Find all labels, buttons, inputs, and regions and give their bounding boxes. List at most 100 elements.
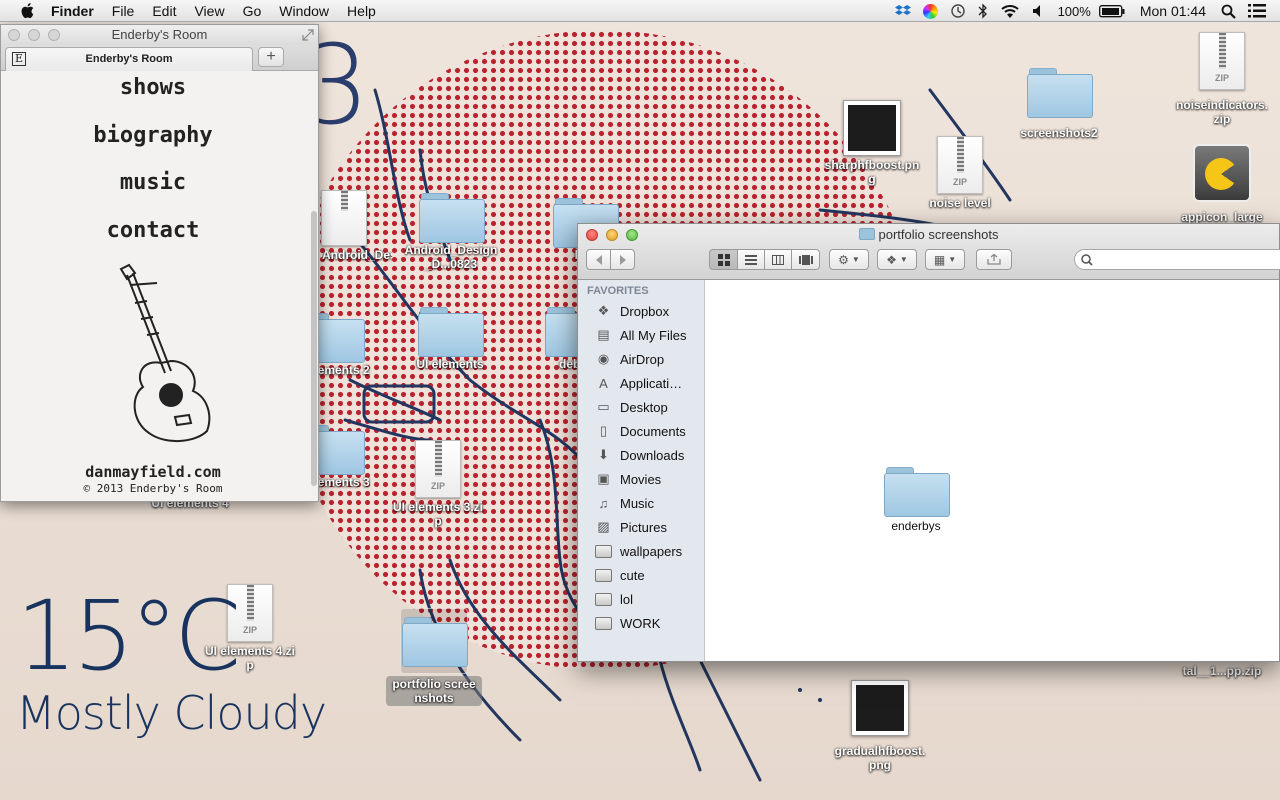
- web-page: shows biography music contact danmayfiel…: [1, 71, 313, 501]
- zip-file-icon: ZIP: [937, 136, 983, 194]
- search-field[interactable]: [1074, 249, 1280, 270]
- action-menu-button[interactable]: ⚙ ▼: [829, 249, 869, 270]
- clock[interactable]: Mon 01:44: [1131, 0, 1215, 22]
- sidebar-item-label: Desktop: [620, 399, 668, 415]
- folder-icon: [1027, 68, 1093, 118]
- finder-item-enderbys[interactable]: enderbys: [874, 467, 958, 533]
- desktop-icon-noiseindicators[interactable]: ZIP noiseindicators.zip: [1174, 32, 1270, 126]
- menu-go[interactable]: Go: [234, 0, 271, 22]
- sidebar-item-desktop[interactable]: ▭ Desktop: [578, 395, 704, 419]
- chevron-down-icon: ▼: [851, 255, 860, 264]
- browser-tab[interactable]: E Enderby's Room: [5, 47, 253, 71]
- sidebar-item-wallpapers[interactable]: wallpapers: [578, 539, 704, 563]
- nav-link-contact[interactable]: contact: [1, 218, 305, 243]
- dropbox-menu-button[interactable]: ❖ ▼: [877, 249, 917, 270]
- sidebar-item-lol[interactable]: lol: [578, 587, 704, 611]
- sidebar-item-movies[interactable]: ▣ Movies: [578, 467, 704, 491]
- folder-icon: [595, 591, 612, 607]
- sidebar-item-label: Dropbox: [620, 303, 670, 319]
- columns-icon: [772, 254, 784, 265]
- back-button[interactable]: [586, 249, 611, 270]
- finder-titlebar[interactable]: portfolio screenshots ⚙ ▼ ❖ ▼ ▦ ▼: [578, 224, 1280, 280]
- desktop-icon-noise-level[interactable]: ZIP noise level: [912, 136, 1008, 210]
- sidebar-item-music[interactable]: ♫ Music: [578, 491, 704, 515]
- list-view-button[interactable]: [737, 249, 765, 270]
- menu-edit[interactable]: Edit: [143, 0, 185, 22]
- nav-link-shows[interactable]: shows: [1, 75, 305, 100]
- downloads-icon: ⬇: [598, 447, 609, 462]
- forward-button[interactable]: [610, 249, 635, 270]
- desktop-icon-android-design[interactable]: Android_Design_D...0823: [403, 193, 499, 271]
- volume-icon[interactable]: [1026, 0, 1052, 22]
- folder-icon: [595, 543, 612, 559]
- enderby-titlebar[interactable]: Enderby's Room: [1, 25, 318, 45]
- apple-icon[interactable]: [19, 2, 35, 19]
- scrollbar-thumb[interactable]: [311, 211, 317, 486]
- battery-percentage[interactable]: 100%: [1052, 0, 1093, 22]
- sidebar-item-label: Applicati…: [620, 375, 683, 391]
- sidebar-heading-favorites: FAVORITES: [587, 285, 649, 297]
- color-picker-icon[interactable]: [917, 0, 944, 22]
- desktop-icon-ui-elements[interactable]: UI elements: [402, 307, 498, 371]
- sidebar-item-label: lol: [620, 591, 634, 607]
- scrollbar[interactable]: [311, 71, 317, 501]
- gear-icon: ⚙: [838, 252, 849, 267]
- sidebar-item-label: All My Files: [620, 327, 687, 343]
- sidebar-item-dropbox[interactable]: ❖ Dropbox: [578, 299, 704, 323]
- desktop-icon-tal-zip[interactable]: tal__1...pp.zip: [1174, 662, 1270, 678]
- sidebar-item-label: Music: [620, 495, 654, 511]
- menu-view[interactable]: View: [185, 0, 233, 22]
- fullscreen-icon[interactable]: [302, 29, 314, 41]
- sidebar-item-cute[interactable]: cute: [578, 563, 704, 587]
- folder-icon: [858, 228, 875, 240]
- sidebar-item-label: Documents: [620, 423, 686, 439]
- bluetooth-icon[interactable]: [972, 0, 994, 22]
- dropbox-status-icon[interactable]: [889, 0, 917, 22]
- tab-bar: E Enderby's Room +: [1, 45, 318, 71]
- zoom-button[interactable]: [48, 29, 60, 41]
- grid-icon: [717, 253, 730, 266]
- sidebar-item-airdrop[interactable]: ◉ AirDrop: [578, 347, 704, 371]
- column-view-button[interactable]: [764, 249, 792, 270]
- copyright-text: © 2013 Enderby's Room: [83, 482, 223, 495]
- nav-link-music[interactable]: music: [1, 170, 305, 195]
- desktop-icon-portfolio-screenshots[interactable]: portfolio screenshots: [386, 608, 482, 706]
- chevron-down-icon: ▼: [948, 255, 957, 264]
- desktop-icon-sharphfboost[interactable]: sharphfboost.png: [824, 100, 920, 186]
- menu-bar: Finder File Edit View Go Window Help 100…: [0, 0, 1280, 22]
- minimize-button[interactable]: [28, 29, 40, 41]
- sidebar-item-documents[interactable]: ▯ Documents: [578, 419, 704, 443]
- desktop-icon-ui-zip-3[interactable]: ZIP UI elements 3.zip: [390, 440, 486, 528]
- icon-view-button[interactable]: [709, 249, 738, 270]
- menu-window[interactable]: Window: [270, 0, 338, 22]
- sidebar-item-downloads[interactable]: ⬇ Downloads: [578, 443, 704, 467]
- coverflow-view-button[interactable]: [791, 249, 820, 270]
- close-button[interactable]: [8, 29, 20, 41]
- sidebar-item-applicati[interactable]: A Applicati…: [578, 371, 704, 395]
- finder-sidebar: FAVORITES ❖ Dropbox ▤ All My Files ◉ AirDrop A…: [578, 280, 705, 661]
- nav-link-biography[interactable]: biography: [1, 123, 305, 148]
- sidebar-item-pictures[interactable]: ▨ Pictures: [578, 515, 704, 539]
- desktop-icon-screenshots2[interactable]: screenshots2: [1011, 68, 1107, 140]
- menu-finder[interactable]: Finder: [51, 0, 103, 22]
- sidebar-item-label: Downloads: [620, 447, 685, 463]
- movies-icon: ▣: [597, 471, 610, 486]
- battery-icon[interactable]: [1093, 0, 1131, 22]
- desktop-icon: ▭: [597, 399, 610, 414]
- new-tab-button[interactable]: +: [258, 47, 284, 67]
- sidebar-item-all-my-files[interactable]: ▤ All My Files: [578, 323, 704, 347]
- site-url[interactable]: danmayfield.com: [1, 463, 305, 481]
- share-button[interactable]: [976, 249, 1012, 270]
- desktop-icon-appicon-large[interactable]: appicon_large: [1174, 144, 1270, 224]
- wifi-icon[interactable]: [994, 0, 1026, 22]
- search-icon: [1081, 254, 1093, 266]
- time-machine-icon[interactable]: [944, 0, 972, 22]
- chevron-down-icon: ▼: [899, 255, 908, 264]
- sidebar-item-work[interactable]: WORK: [578, 611, 704, 635]
- spotlight-search-icon[interactable]: [1215, 0, 1242, 22]
- menu-help[interactable]: Help: [338, 0, 385, 22]
- menu-file[interactable]: File: [103, 0, 144, 22]
- arrange-menu-button[interactable]: ▦ ▼: [925, 249, 965, 270]
- desktop-icon-gradualhfboost[interactable]: gradualhfboost.png: [832, 680, 928, 772]
- notification-center-icon[interactable]: [1242, 0, 1280, 22]
